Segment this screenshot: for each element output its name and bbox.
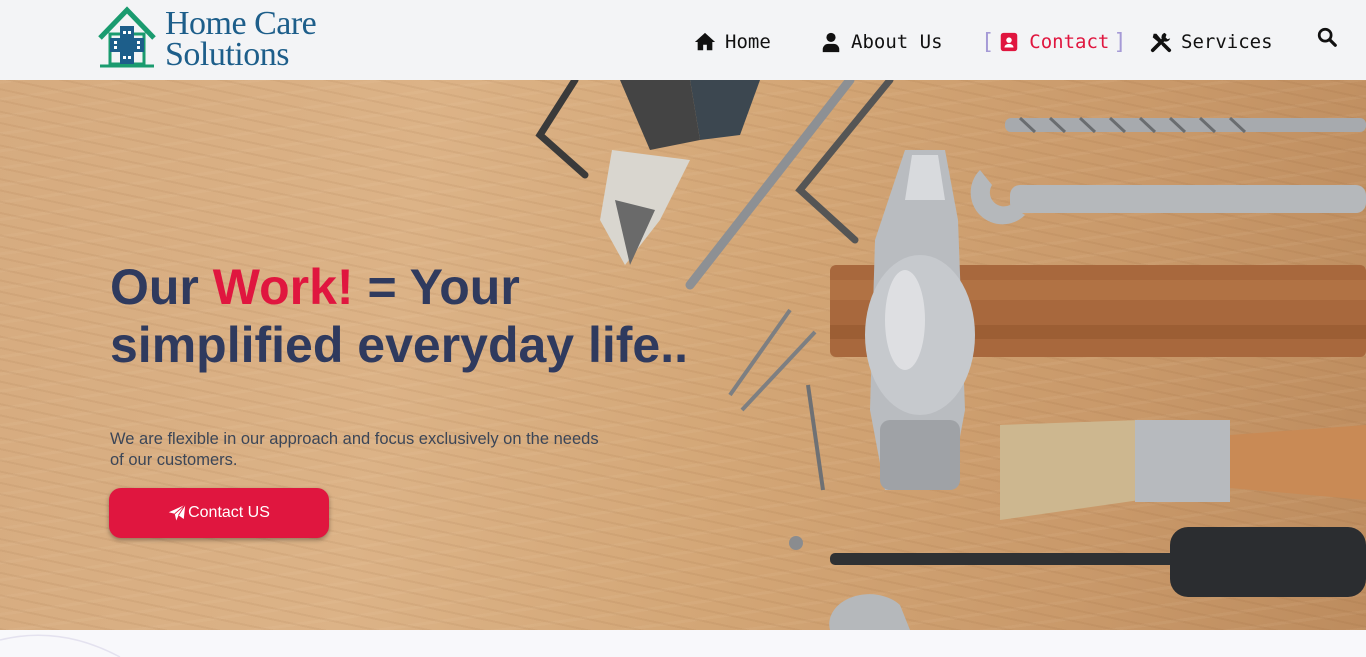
decorative-curve bbox=[0, 634, 121, 657]
headline-part-1: Our bbox=[110, 259, 213, 315]
nav-contact-label: Contact bbox=[1029, 31, 1110, 53]
active-bracket-right: ] bbox=[1113, 29, 1127, 55]
nav-about-label: About Us bbox=[851, 31, 943, 53]
site-header: Home Care Solutions Home About Us [ Cont… bbox=[0, 0, 1366, 80]
tools-icon bbox=[1150, 32, 1172, 53]
nav-about-us[interactable]: About Us bbox=[820, 28, 943, 56]
logo-line-2: Solutions bbox=[165, 36, 289, 73]
next-section-top bbox=[0, 630, 1366, 657]
logo-line-1: Home Care bbox=[165, 5, 317, 42]
site-logo[interactable]: Home Care Solutions bbox=[98, 4, 358, 72]
hero-headline: Our Work! = Your simplified everyday lif… bbox=[110, 258, 750, 374]
hero-banner: Our Work! = Your simplified everyday lif… bbox=[0, 80, 1366, 630]
search-icon[interactable] bbox=[1316, 26, 1338, 48]
nav-contact[interactable]: [ Contact ] bbox=[981, 28, 1127, 56]
nav-home-label: Home bbox=[725, 31, 771, 53]
contact-us-label: Contact US bbox=[188, 504, 270, 521]
active-bracket-left: [ bbox=[981, 29, 995, 55]
home-icon bbox=[694, 32, 716, 51]
paper-plane-icon bbox=[168, 504, 186, 521]
contact-card-icon bbox=[1001, 32, 1018, 52]
nav-services[interactable]: Services bbox=[1150, 28, 1273, 56]
hero-subtext: We are flexible in our approach and focu… bbox=[110, 430, 599, 469]
nav-home[interactable]: Home bbox=[694, 28, 771, 56]
headline-accent: Work! bbox=[212, 259, 354, 315]
contact-us-button[interactable]: Contact US bbox=[109, 488, 329, 538]
user-icon bbox=[822, 32, 840, 53]
house-cross-logo-icon bbox=[98, 6, 156, 68]
logo-text: Home Care Solutions bbox=[165, 5, 317, 73]
nav-services-label: Services bbox=[1181, 31, 1273, 53]
